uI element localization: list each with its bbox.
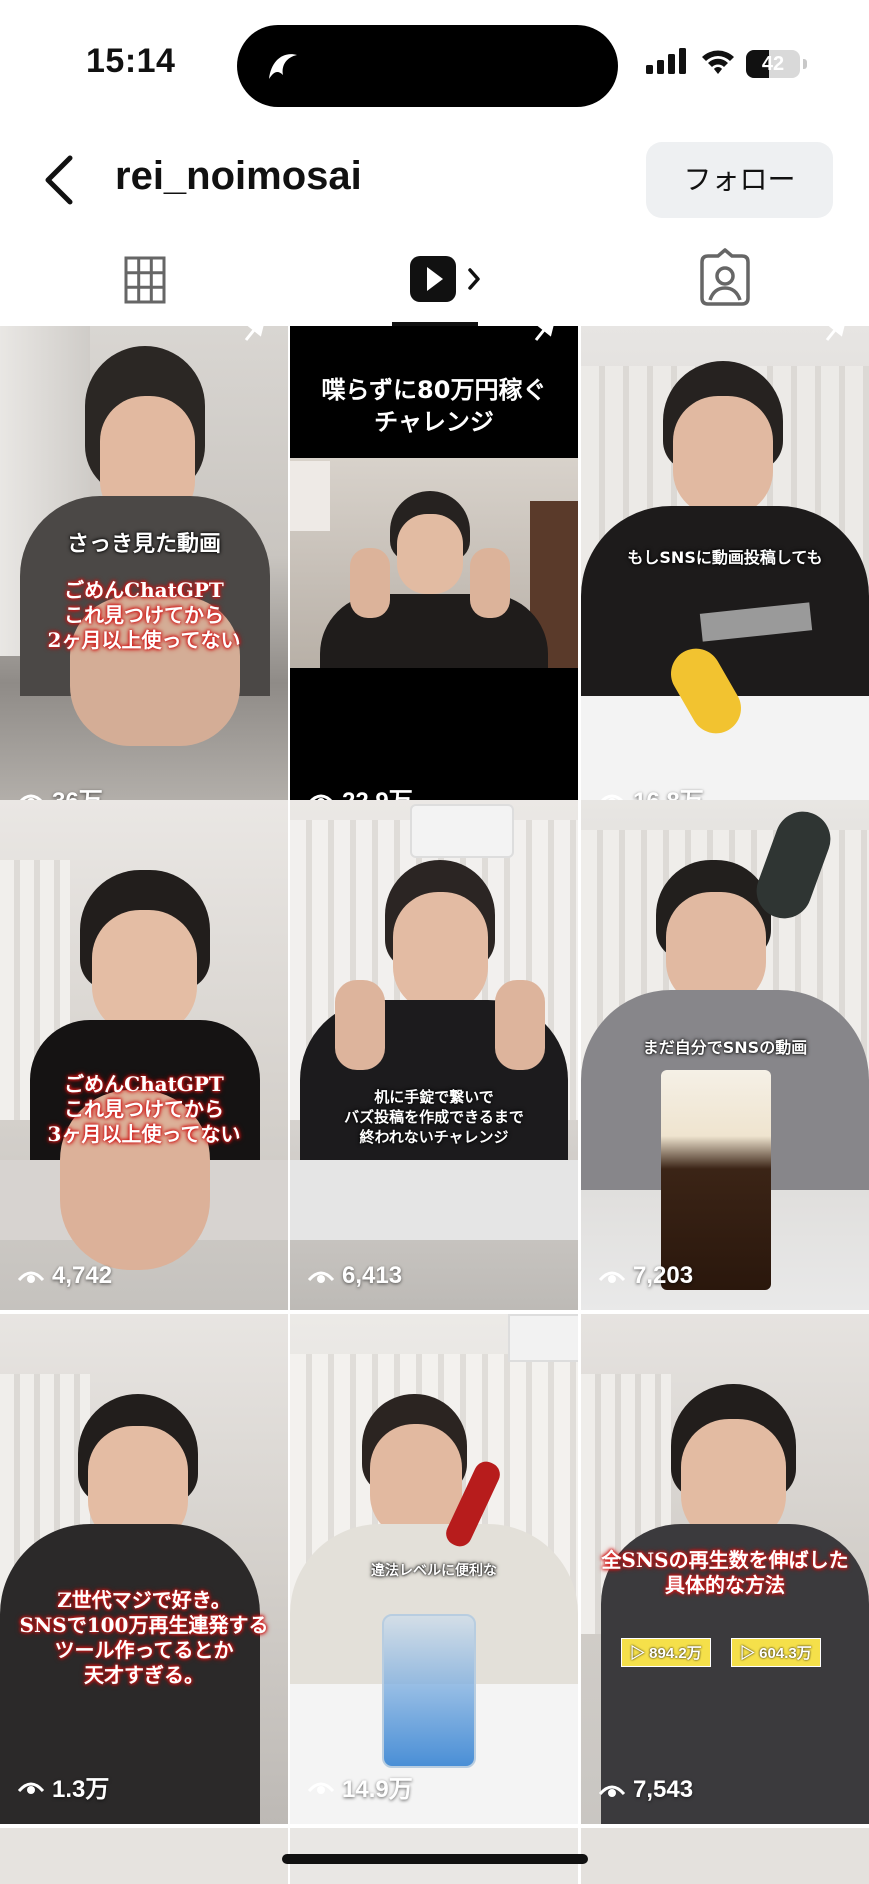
status-time: 15:14 (86, 42, 176, 80)
battery-indicator: 42 (746, 50, 808, 80)
tab-grid[interactable] (100, 234, 190, 326)
pinned-icon (244, 326, 264, 341)
tagged-person-icon (700, 248, 750, 306)
view-count-value: 7,543 (633, 1776, 694, 1803)
pinned-icon (534, 326, 554, 341)
reel-title-line-2: チャレンジ (374, 408, 494, 436)
stat-badge-1: ▷ 894.2万 (621, 1638, 711, 1667)
reel-tile[interactable]: 机に手錠で繋いで バズ投稿を作成できるまで 終われないチャレンジ 6,413 (290, 800, 578, 1310)
reel-tile[interactable] (581, 1828, 869, 1884)
view-eye-icon (308, 1271, 334, 1283)
reel-red-caption-1: ごめんChatGPT (64, 578, 224, 602)
reel-red-caption-2: SNSで100万再生連発する (19, 1613, 269, 1637)
wifi-icon (702, 50, 734, 74)
view-count-value: 14.9万 (342, 1776, 413, 1803)
view-count: 4,742 (18, 1262, 112, 1290)
reel-red-caption-1: 全SNSの再生数を伸ばした (601, 1548, 849, 1572)
reel-tile[interactable]: さっき見た動画 ごめんChatGPT これ見つけてから 2ヶ月以上使ってない 3… (0, 326, 288, 836)
reel-tile[interactable]: まだ自分でSNSの動画 7,203 (581, 800, 869, 1310)
reel-caption: さっき見た動画 (66, 532, 221, 557)
view-eye-icon (18, 1271, 44, 1283)
reel-title-line-1: 喋らずに80万円稼ぐ (321, 376, 547, 404)
view-count: 6,413 (308, 1262, 402, 1290)
reel-caption: まだ自分でSNSの動画 (642, 1038, 808, 1057)
reel-red-caption-3: ツール作ってるとか (54, 1638, 234, 1662)
status-bar: 15:14 42 (0, 0, 869, 120)
tab-reels[interactable] (390, 234, 500, 326)
home-indicator[interactable] (282, 1854, 588, 1864)
reel-caption: 違法レベルに便利な (371, 1563, 497, 1579)
view-eye-icon (599, 1271, 625, 1283)
reel-red-caption-2: これ見つけてから (64, 1097, 224, 1121)
reel-caption: もしSNSに動画投稿しても (627, 548, 823, 567)
reel-tile[interactable] (0, 1828, 288, 1884)
reel-red-caption-1: ごめんChatGPT (64, 1072, 224, 1096)
reels-grid: さっき見た動画 ごめんChatGPT これ見つけてから 2ヶ月以上使ってない 3… (0, 326, 869, 1884)
follow-button[interactable]: フォロー (646, 142, 833, 218)
pinned-icon (825, 326, 845, 341)
view-count: 7,203 (599, 1262, 693, 1290)
profile-username: rei_noimosai (115, 154, 362, 198)
reel-red-caption-2: これ見つけてから (64, 603, 224, 627)
reel-red-caption-2: 具体的な方法 (665, 1573, 785, 1597)
profile-tabs (0, 234, 869, 326)
back-chevron-icon[interactable] (40, 152, 80, 208)
battery-percent: 42 (761, 53, 785, 75)
grid-icon (124, 256, 166, 304)
reel-tile[interactable]: 喋らずに80万円稼ぐ チャレンジ 22.9万 (290, 326, 578, 836)
reel-red-caption-3: 2ヶ月以上使ってない (47, 628, 241, 652)
reel-red-caption-1: Z世代マジで好き。 (57, 1588, 231, 1612)
cellular-signal-icon (646, 48, 686, 74)
reel-caption-2: バズ投稿を作成できるまで (344, 1108, 524, 1126)
view-eye-icon (308, 1782, 334, 1794)
view-eye-icon (18, 1782, 44, 1794)
view-count-value: 7,203 (633, 1262, 694, 1289)
view-count-value: 4,742 (52, 1262, 113, 1289)
now-playing-icon (269, 54, 297, 79)
tab-tagged[interactable] (680, 234, 770, 326)
view-count: 1.3万 (18, 1769, 109, 1804)
reels-play-icon (410, 256, 480, 302)
reel-tile[interactable]: 全SNSの再生数を伸ばした 具体的な方法 ▷ 894.2万 ▷ 604.3万 7… (581, 1314, 869, 1824)
reel-tile[interactable]: 違法レベルに便利な 14.9万 (290, 1314, 578, 1824)
stat-badge-2: ▷ 604.3万 (731, 1638, 821, 1667)
reel-caption-1: 机に手錠で繋いで (374, 1088, 494, 1106)
view-count-value: 1.3万 (52, 1776, 110, 1803)
view-count: 7,543 (599, 1776, 693, 1804)
reel-caption-3: 終われないチャレンジ (359, 1128, 509, 1146)
reel-red-caption-4: 天才すぎる。 (84, 1663, 204, 1687)
reel-tile[interactable]: ごめんChatGPT これ見つけてから 3ヶ月以上使ってない 4,742 (0, 800, 288, 1310)
view-eye-icon (599, 1785, 625, 1797)
view-count: 14.9万 (308, 1769, 413, 1804)
dynamic-island (237, 25, 618, 107)
reel-tile[interactable]: Z世代マジで好き。 SNSで100万再生連発する ツール作ってるとか 天才すぎる… (0, 1314, 288, 1824)
reel-red-caption-3: 3ヶ月以上使ってない (47, 1122, 241, 1146)
view-count-value: 6,413 (342, 1262, 403, 1289)
reel-tile[interactable]: もしSNSに動画投稿しても 16.8万 (581, 326, 869, 836)
